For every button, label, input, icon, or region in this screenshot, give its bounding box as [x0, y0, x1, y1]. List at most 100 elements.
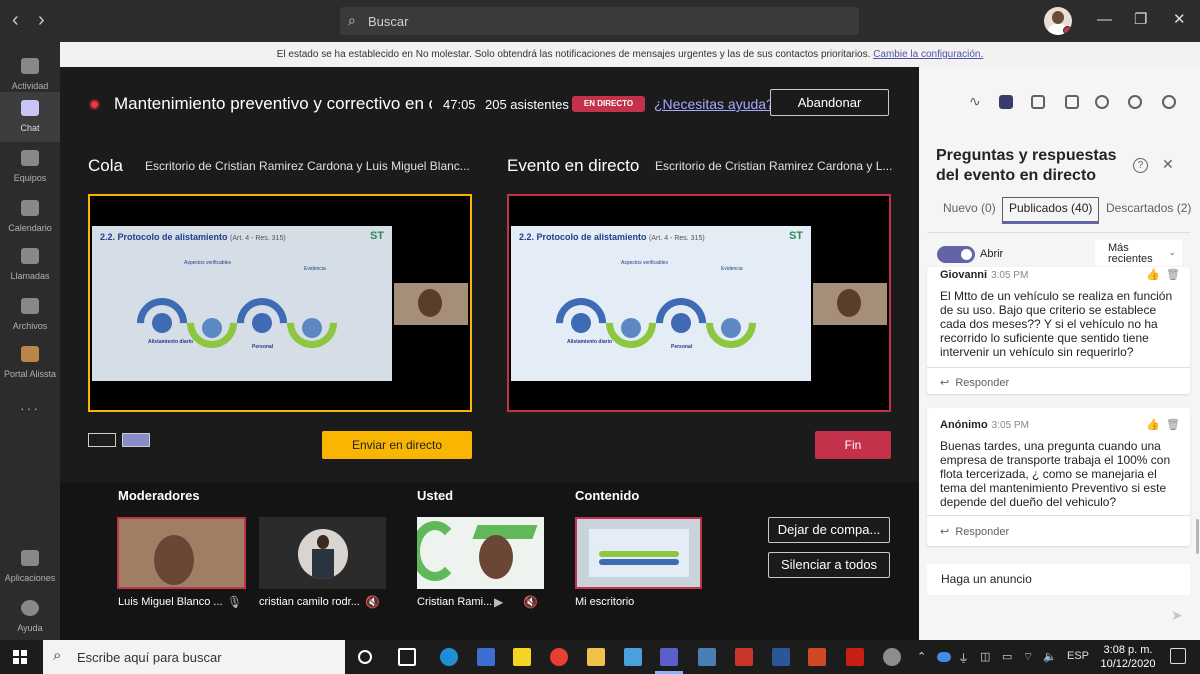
task-view-icon[interactable] [398, 648, 416, 666]
file-explorer-icon[interactable] [587, 648, 605, 666]
layout-split-icon[interactable] [122, 433, 150, 447]
gear-icon[interactable] [1128, 95, 1142, 109]
avatar [298, 529, 348, 579]
stop-sharing-button[interactable]: Dejar de compa... [768, 517, 890, 543]
reply-button[interactable]: ↩ Responder [940, 525, 1009, 538]
app-rail: Actividad Chat Equipos Calendario Llamad… [0, 42, 60, 640]
mic-on-icon: 🎙 [227, 595, 243, 609]
camera-icon[interactable]: ▶ [494, 595, 503, 609]
health-icon[interactable]: ∿ [969, 93, 983, 109]
maximize-button[interactable]: ❐ [1134, 11, 1147, 29]
photos-icon[interactable] [624, 648, 642, 666]
send-icon[interactable]: ➤ [1171, 607, 1183, 624]
open-toggle[interactable] [937, 246, 975, 263]
chat-icon[interactable] [1065, 95, 1079, 109]
live-slide-ref: (Art. 4 - Res. 315) [649, 235, 705, 242]
acrobat-icon[interactable] [846, 648, 864, 666]
tab-published[interactable]: Publicados (40) [1002, 197, 1100, 224]
content-tile[interactable] [575, 517, 702, 589]
banner-settings-link[interactable]: Cambie la configuración. [873, 49, 983, 60]
store-icon[interactable] [477, 648, 495, 666]
cortana-icon[interactable] [358, 650, 372, 664]
like-icon[interactable]: 👍 🗑 [1146, 418, 1180, 431]
leave-button[interactable]: Abandonar [770, 89, 889, 116]
avatar[interactable] [1044, 7, 1072, 35]
usb-icon[interactable]: ⏚ [958, 650, 969, 666]
qa-icon[interactable] [999, 95, 1013, 109]
chat-icon [21, 100, 39, 116]
search-box[interactable]: ⌕ Buscar [340, 7, 859, 35]
live-preview[interactable]: 2.2. Protocolo de alistamiento (Art. 4 -… [507, 194, 891, 412]
notes-icon[interactable] [1031, 95, 1045, 109]
rail-item-help[interactable]: Ayuda [0, 592, 60, 642]
rail-item-calendar[interactable]: Calendario [0, 192, 60, 242]
word-icon[interactable] [772, 648, 790, 666]
windows-start-icon[interactable] [13, 650, 27, 664]
calculator-icon[interactable] [698, 648, 716, 666]
language-indicator[interactable]: ESP [1067, 650, 1089, 662]
rail-item-chat[interactable]: Chat [0, 92, 60, 142]
edge-icon[interactable] [440, 648, 458, 666]
teams-icon[interactable] [660, 648, 678, 666]
rail-item-apps[interactable]: Aplicaciones [0, 542, 60, 592]
question-card: Anónimo 3:05 PM 👍 🗑 Buenas tardes, una pr… [927, 408, 1190, 546]
powerpoint-icon[interactable] [808, 648, 826, 666]
self-tile[interactable] [417, 517, 544, 589]
announcement-input[interactable]: Haga un anuncio [927, 564, 1190, 595]
flag-app-icon[interactable] [735, 648, 753, 666]
you-header: Usted [417, 488, 454, 503]
reply-button[interactable]: ↩ Responder [940, 376, 1009, 389]
moderator-tile-cristian-camilo[interactable] [259, 517, 386, 589]
calendar-icon [21, 200, 39, 216]
send-live-button[interactable]: Enviar en directo [322, 431, 472, 459]
notifications-icon[interactable] [1170, 648, 1186, 664]
chrome-icon[interactable] [550, 648, 568, 666]
help-circle-icon[interactable]: ? [1133, 158, 1148, 173]
mic-muted-icon[interactable]: 🔇 [523, 595, 538, 609]
portal-icon [21, 346, 39, 362]
rail-item-files[interactable]: Archivos [0, 290, 60, 340]
volume-icon[interactable]: 🔈 [1043, 650, 1057, 663]
tray-chevron-icon[interactable]: ⌃ [917, 650, 926, 663]
sticky-notes-icon[interactable] [513, 648, 531, 666]
question-text: Buenas tardes, una pregunta cuando una e… [940, 439, 1171, 509]
participant-name: Cristian Rami... [417, 596, 492, 608]
phone-icon [21, 248, 39, 264]
close-button[interactable]: ✕ [1173, 11, 1186, 29]
end-event-button[interactable]: Fin [815, 431, 891, 459]
help-link[interactable]: ¿Necesitas ayuda? [654, 96, 774, 112]
queue-preview[interactable]: 2.2. Protocolo de alistamiento (Art. 4 -… [88, 194, 472, 412]
moderator-tile-luis[interactable] [117, 517, 246, 589]
mute-all-button[interactable]: Silenciar a todos [768, 552, 890, 578]
scrollbar[interactable] [1196, 519, 1199, 554]
paint-icon[interactable] [883, 648, 901, 666]
layout-single-icon[interactable] [88, 433, 116, 447]
tab-dismissed[interactable]: Descartados (2) [1106, 201, 1191, 215]
live-slide-col2: Evidencia [721, 266, 743, 272]
forward-arrow-icon[interactable]: › [38, 10, 45, 30]
like-icon[interactable]: 👍 🗑 [1146, 268, 1180, 281]
onedrive-icon[interactable] [937, 652, 951, 662]
taskbar-search[interactable]: ⌕ Escribe aquí para buscar [43, 640, 345, 674]
add-people-icon[interactable] [1095, 95, 1109, 109]
rail-item-calls[interactable]: Llamadas [0, 240, 60, 290]
tab-new[interactable]: Nuevo (0) [943, 201, 996, 215]
sort-dropdown[interactable]: Más recientes ⌄ [1095, 240, 1182, 266]
network-icon[interactable]: ◫ [980, 650, 990, 663]
live-slide-logo: ST [788, 230, 803, 242]
queue-subtitle: Escritorio de Cristian Ramirez Cardona y… [145, 159, 470, 173]
rail-item-teams[interactable]: Equipos [0, 142, 60, 192]
rail-item-portal[interactable]: Portal Alissta [0, 338, 60, 388]
question-text: El Mtto de un vehículo se realiza en fun… [940, 289, 1173, 359]
clock[interactable]: 3:08 p. m. 10/12/2020 [1098, 643, 1158, 671]
more-apps-icon[interactable]: ··· [20, 400, 40, 416]
participant-name: Luis Miguel Blanco ... [118, 596, 223, 608]
content-header: Contenido [575, 488, 640, 503]
back-arrow-icon[interactable]: ‹ [12, 10, 19, 30]
close-panel-icon[interactable]: ✕ [1162, 156, 1174, 173]
minimize-button[interactable]: — [1097, 11, 1112, 29]
battery-icon[interactable]: ▭ [1002, 650, 1012, 663]
wifi-icon[interactable]: ⌔ [1023, 650, 1033, 664]
info-icon[interactable] [1162, 95, 1176, 109]
queue-camera-thumb [394, 283, 468, 325]
